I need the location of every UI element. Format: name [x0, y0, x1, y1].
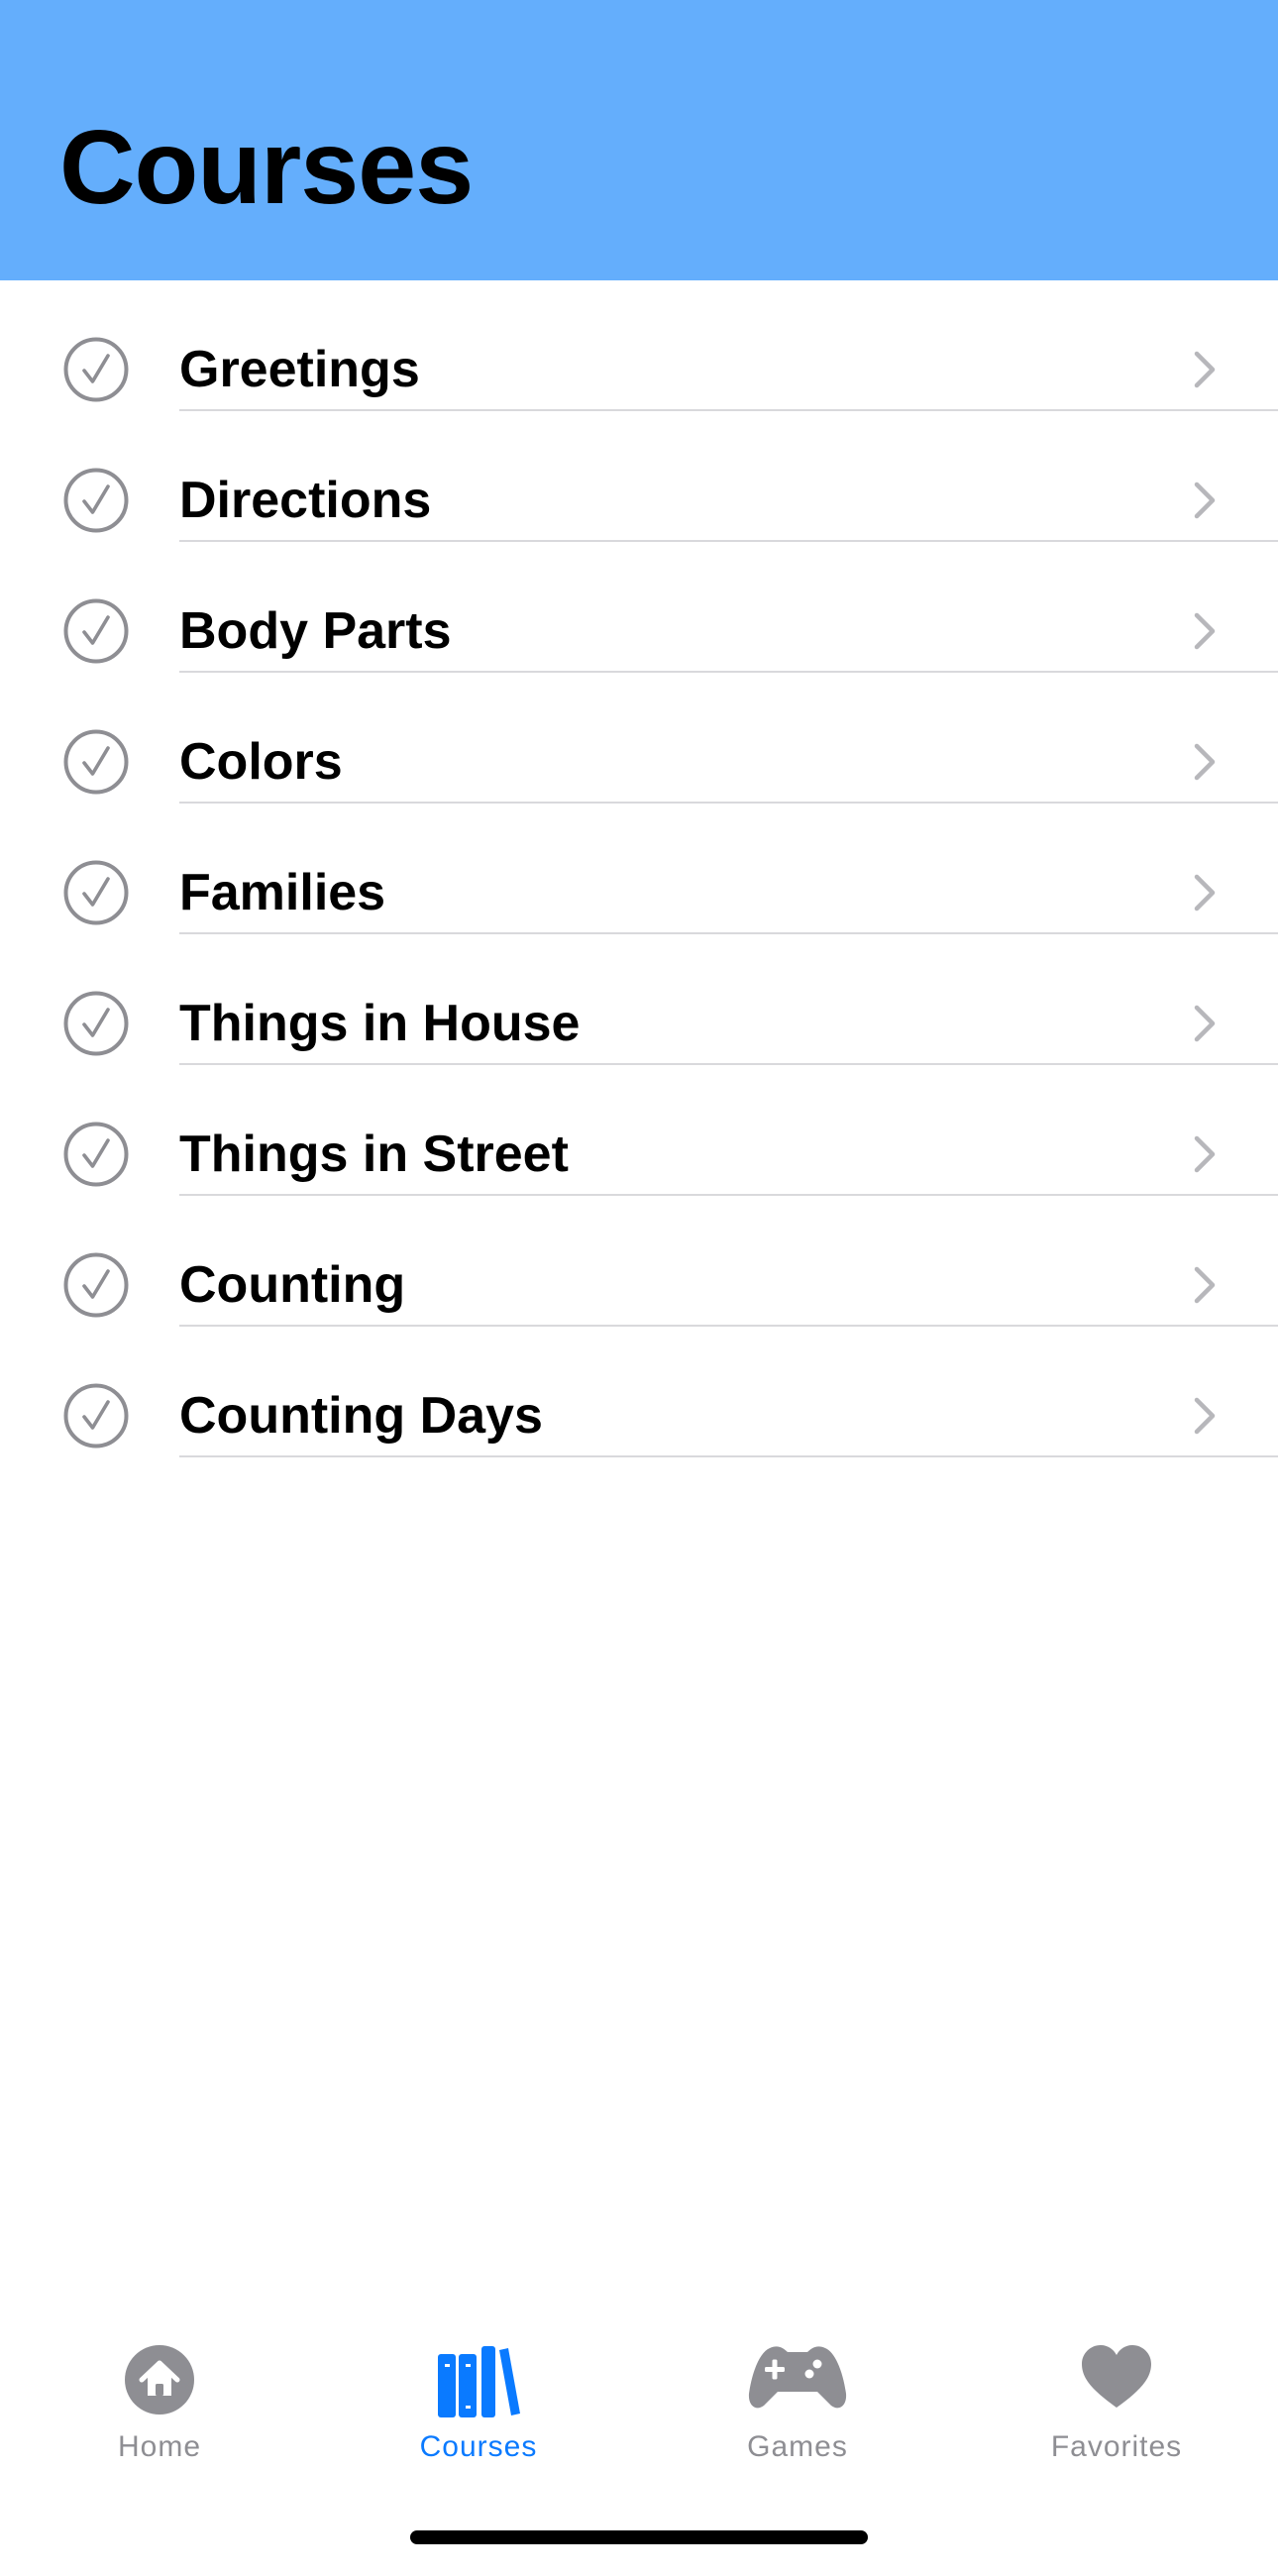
- tab-label: Games: [747, 2430, 848, 2463]
- home-indicator[interactable]: [410, 2530, 868, 2544]
- course-label: Counting Days: [179, 1387, 543, 1445]
- chevron-right-icon: [1191, 742, 1219, 782]
- checkmark-circle-icon: [63, 860, 129, 925]
- chevron-right-icon: [1191, 1396, 1219, 1436]
- row-divider: [179, 1455, 1278, 1457]
- checkmark-circle-icon: [63, 1252, 129, 1318]
- course-row-counting[interactable]: Counting: [0, 1196, 1278, 1327]
- course-label: Colors: [179, 733, 343, 791]
- tab-home[interactable]: Home: [0, 2308, 319, 2487]
- checkmark-circle-icon: [63, 1122, 129, 1187]
- checkmark-circle-icon: [63, 1383, 129, 1449]
- course-row-things-in-house[interactable]: Things in House: [0, 934, 1278, 1065]
- checkmark-circle-icon: [63, 729, 129, 795]
- course-label: Things in House: [179, 995, 581, 1052]
- course-row-directions[interactable]: Directions: [0, 411, 1278, 542]
- course-row-counting-days[interactable]: Counting Days: [0, 1327, 1278, 1457]
- course-label: Things in Street: [179, 1126, 569, 1183]
- chevron-right-icon: [1191, 873, 1219, 912]
- books-icon: [436, 2344, 521, 2419]
- chevron-right-icon: [1191, 611, 1219, 651]
- chevron-right-icon: [1191, 350, 1219, 389]
- checkmark-circle-icon: [63, 991, 129, 1056]
- course-label: Counting: [179, 1256, 406, 1314]
- checkmark-circle-icon: [63, 337, 129, 402]
- course-label: Greetings: [179, 341, 420, 398]
- course-label: Body Parts: [179, 602, 452, 660]
- tab-label: Courses: [419, 2430, 538, 2463]
- chevron-right-icon: [1191, 1265, 1219, 1305]
- course-label: Directions: [179, 472, 432, 529]
- checkmark-circle-icon: [63, 468, 129, 533]
- house-icon: [124, 2344, 195, 2415]
- course-label: Families: [179, 864, 386, 921]
- course-row-greetings[interactable]: Greetings: [0, 280, 1278, 411]
- course-row-things-in-street[interactable]: Things in Street: [0, 1065, 1278, 1196]
- tab-label: Favorites: [1050, 2430, 1183, 2463]
- course-row-colors[interactable]: Colors: [0, 673, 1278, 804]
- course-list: Greetings Directions Body Parts Colors F…: [0, 280, 1278, 1457]
- course-row-families[interactable]: Families: [0, 804, 1278, 934]
- chevron-right-icon: [1191, 481, 1219, 520]
- tab-favorites[interactable]: Favorites: [957, 2308, 1276, 2487]
- checkmark-circle-icon: [63, 598, 129, 664]
- page-title: Courses: [59, 109, 474, 226]
- chevron-right-icon: [1191, 1004, 1219, 1043]
- course-row-body-parts[interactable]: Body Parts: [0, 542, 1278, 673]
- chevron-right-icon: [1191, 1134, 1219, 1174]
- tab-games[interactable]: Games: [638, 2308, 957, 2487]
- tab-label: Home: [117, 2430, 202, 2463]
- app-screen: Courses Greetings Directions Body Parts …: [0, 0, 1278, 2576]
- gamecontroller-icon: [748, 2344, 847, 2414]
- header-bar: Courses: [0, 0, 1278, 280]
- tab-courses[interactable]: Courses: [319, 2308, 638, 2487]
- heart-icon: [1081, 2344, 1152, 2410]
